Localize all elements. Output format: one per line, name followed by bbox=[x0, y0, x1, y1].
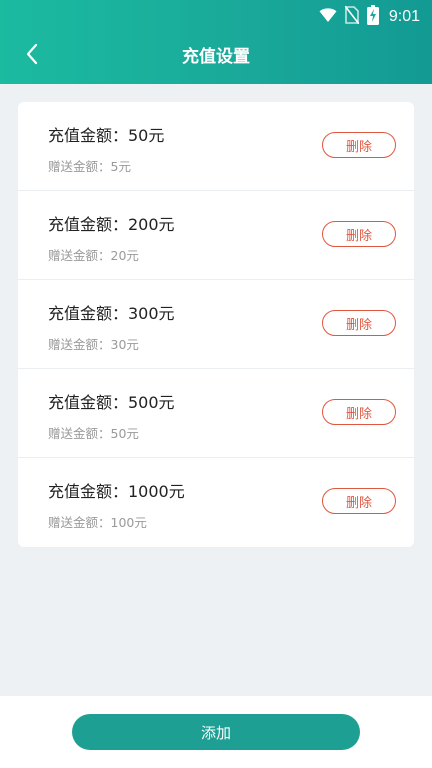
page-title: 充值设置 bbox=[182, 47, 250, 67]
recharge-list: 充值金额：50元 赠送金额：5元 删除 充值金额：200元 赠送金额：20元 删… bbox=[18, 102, 414, 547]
battery-charging-icon bbox=[366, 5, 379, 29]
status-time: 9:01 bbox=[388, 8, 420, 25]
gift-amount: 赠送金额：100元 bbox=[48, 515, 147, 530]
delete-button[interactable]: 删除 bbox=[322, 221, 396, 247]
recharge-item: 充值金额：200元 赠送金额：20元 删除 bbox=[18, 191, 414, 280]
recharge-amount: 充值金额：50元 bbox=[48, 126, 165, 145]
add-button[interactable]: 添加 bbox=[72, 714, 360, 750]
status-icons: 9:01 bbox=[319, 5, 420, 29]
gift-amount: 赠送金额：30元 bbox=[48, 337, 139, 352]
delete-button[interactable]: 删除 bbox=[322, 488, 396, 514]
recharge-item: 充值金额：50元 赠送金额：5元 删除 bbox=[18, 102, 414, 191]
recharge-item: 充值金额：300元 赠送金额：30元 删除 bbox=[18, 280, 414, 369]
delete-button[interactable]: 删除 bbox=[322, 132, 396, 158]
gift-amount: 赠送金额：20元 bbox=[48, 248, 139, 263]
recharge-amount: 充值金额：200元 bbox=[48, 215, 175, 234]
delete-button[interactable]: 删除 bbox=[322, 310, 396, 336]
bottom-bar: 添加 bbox=[0, 696, 432, 768]
app-header: 9:01 充值设置 bbox=[0, 0, 432, 84]
recharge-amount: 充值金额：300元 bbox=[48, 304, 175, 323]
wifi-icon bbox=[319, 7, 337, 27]
recharge-item: 充值金额：1000元 赠送金额：100元 删除 bbox=[18, 458, 414, 547]
recharge-amount: 充值金额：500元 bbox=[48, 393, 175, 412]
no-sim-icon bbox=[344, 5, 360, 28]
delete-button[interactable]: 删除 bbox=[322, 399, 396, 425]
recharge-amount: 充值金额：1000元 bbox=[48, 482, 185, 501]
gift-amount: 赠送金额：50元 bbox=[48, 426, 139, 441]
nav-header: 充值设置 bbox=[0, 30, 432, 84]
status-bar: 9:01 bbox=[0, 0, 432, 30]
recharge-item: 充值金额：500元 赠送金额：50元 删除 bbox=[18, 369, 414, 458]
gift-amount: 赠送金额：5元 bbox=[48, 159, 131, 174]
